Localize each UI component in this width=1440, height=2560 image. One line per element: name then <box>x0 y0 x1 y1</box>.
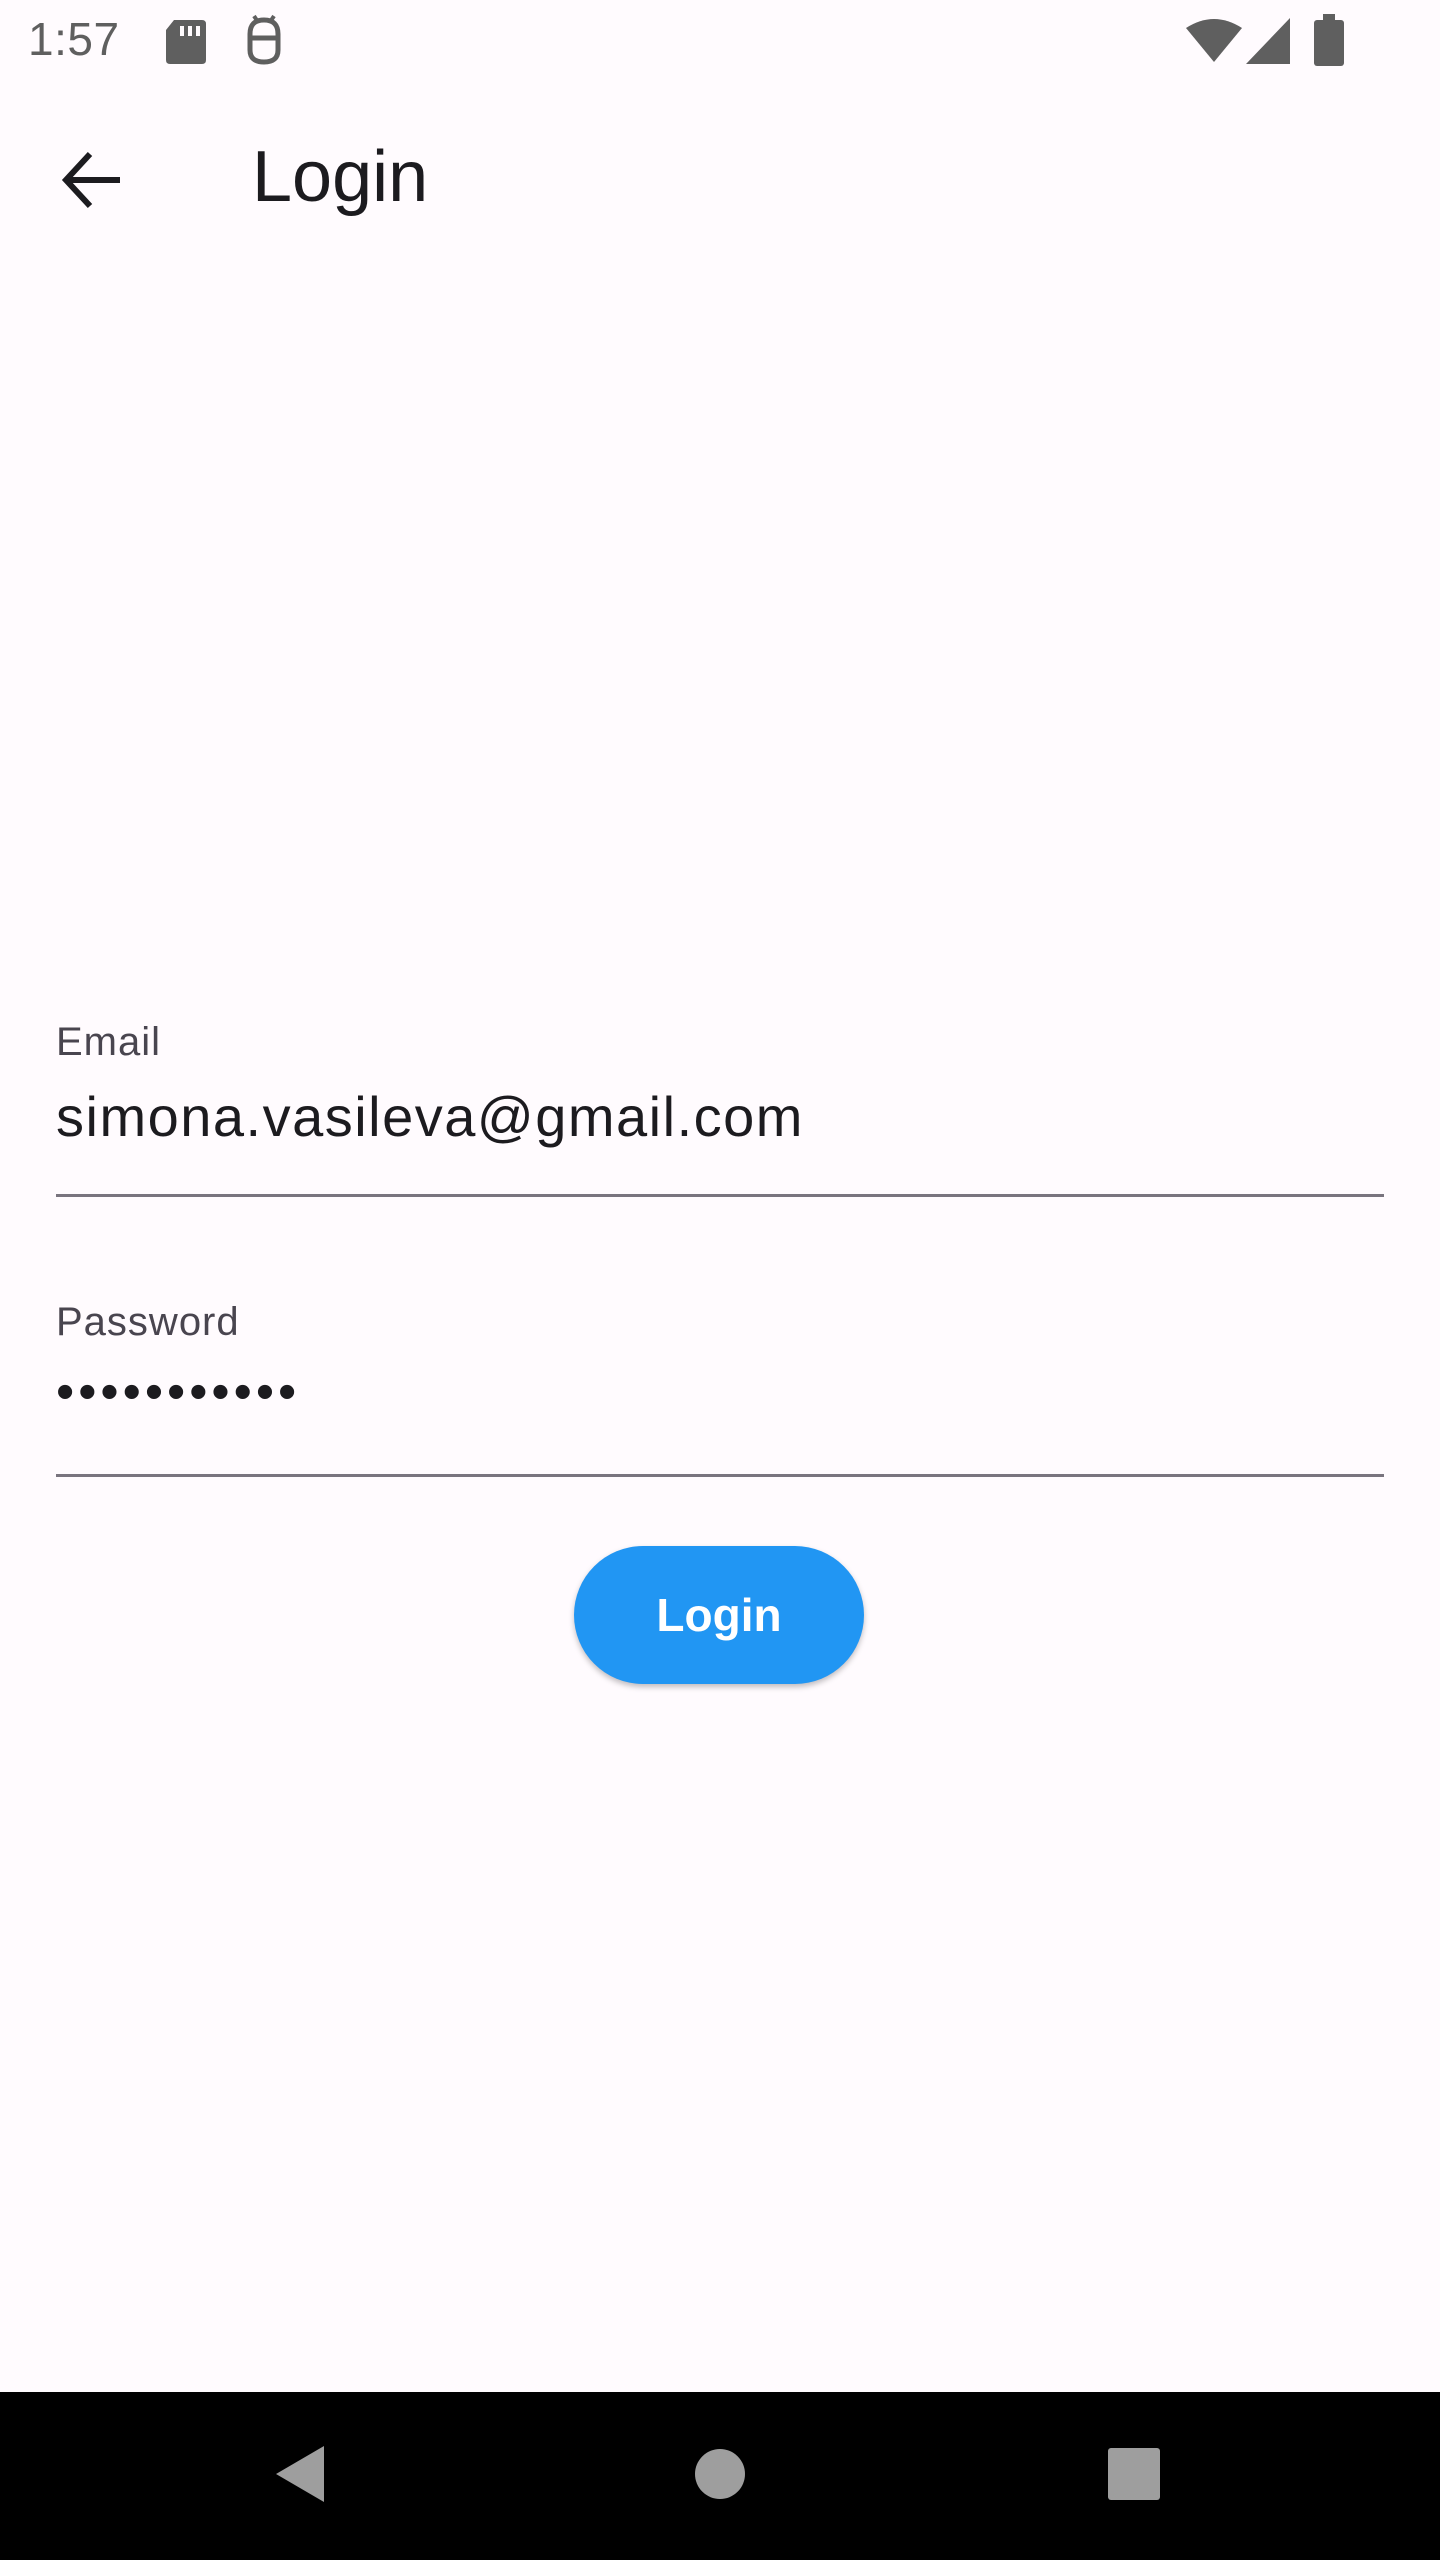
navigation-bar <box>0 2392 1440 2560</box>
status-bar: 1:57 <box>0 0 1440 84</box>
login-button-label: Login <box>656 1589 782 1641</box>
home-circle-icon <box>694 2448 746 2505</box>
nav-home-button[interactable] <box>670 2426 770 2526</box>
back-triangle-icon <box>272 2444 328 2509</box>
wifi-icon <box>1186 18 1242 69</box>
sd-card-icon <box>164 18 208 71</box>
back-button[interactable] <box>40 130 144 234</box>
battery-icon <box>1314 14 1344 71</box>
password-input[interactable]: ••••••••••• <box>56 1362 300 1422</box>
login-button[interactable]: Login <box>574 1546 864 1684</box>
android-debug-icon <box>242 14 286 71</box>
nav-recents-button[interactable] <box>1084 2426 1184 2526</box>
password-field[interactable]: Password ••••••••••• <box>56 1290 1384 1480</box>
email-field[interactable]: Email simona.vasileva@gmail.com <box>56 1010 1384 1200</box>
password-underline <box>56 1474 1384 1477</box>
login-screen: 1:57 Login Email simona.vasileva@gmail.c… <box>0 0 1440 2560</box>
signal-icon <box>1246 18 1290 69</box>
page-title: Login <box>252 137 429 217</box>
email-label: Email <box>56 1020 162 1064</box>
email-underline <box>56 1194 1384 1197</box>
app-bar: Login <box>0 84 1440 280</box>
nav-back-button[interactable] <box>250 2426 350 2526</box>
email-input[interactable]: simona.vasileva@gmail.com <box>56 1084 804 1149</box>
password-label: Password <box>56 1300 240 1344</box>
status-time: 1:57 <box>28 13 120 65</box>
recents-square-icon <box>1108 2447 1160 2505</box>
arrow-back-icon <box>60 148 124 217</box>
